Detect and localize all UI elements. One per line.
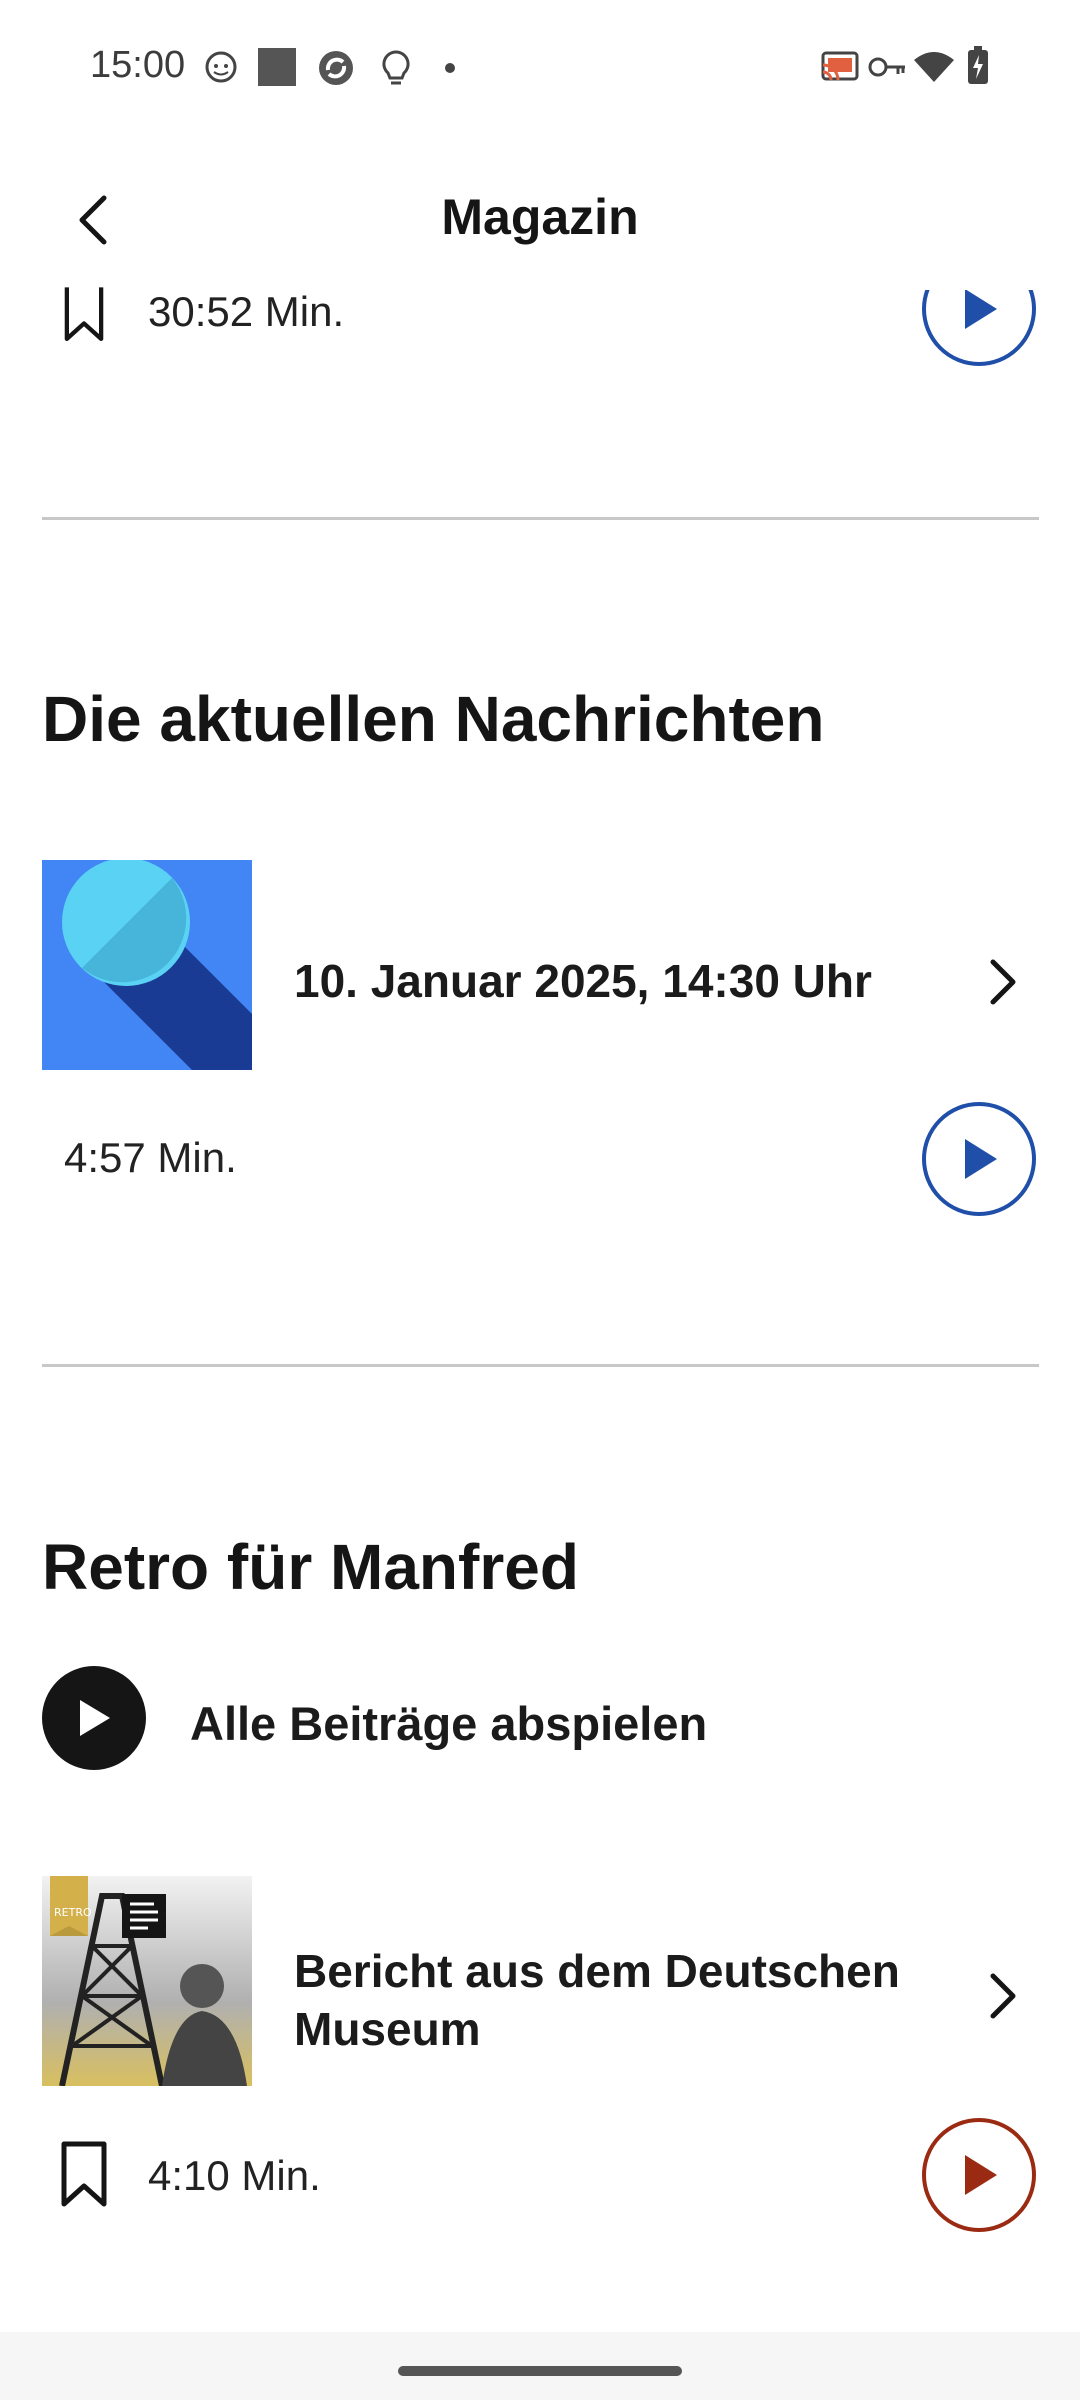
news-item-duration: 4:57 Min. <box>64 1134 237 1181</box>
home-indicator[interactable] <box>398 2366 682 2376</box>
bookmark-outline-icon[interactable] <box>54 284 114 344</box>
key-icon <box>868 57 905 77</box>
page-title: Magazin <box>441 189 639 245</box>
cat-face-icon <box>205 51 237 83</box>
play-icon <box>965 290 997 329</box>
retro-item-duration: 4:10 Min. <box>148 2152 321 2199</box>
status-time: 15:00 <box>90 44 186 86</box>
play-icon <box>80 1700 110 1736</box>
play-all-button[interactable] <box>42 1666 146 1770</box>
top-item-play-button[interactable] <box>922 290 1040 374</box>
divider <box>42 517 1039 520</box>
retro-badge-text: RETRO <box>54 1906 92 1919</box>
wifi-icon <box>914 52 954 82</box>
retro-item-title-line1: Bericht aus dem Deutschen <box>294 1945 900 1997</box>
lightbulb-icon <box>382 50 410 85</box>
play-all-label[interactable]: Alle Beiträge abspielen <box>190 1696 707 1751</box>
bookmark-outline-icon[interactable] <box>54 2140 114 2210</box>
retro-item-title-line2: Museum <box>294 2003 481 2055</box>
news-item-title[interactable]: 10. Januar 2025, 14:30 Uhr <box>294 952 872 1010</box>
news-item-play-button[interactable] <box>922 1102 1036 1216</box>
top-item-duration: 30:52 Min. <box>148 288 345 335</box>
dot-icon <box>445 63 455 73</box>
play-icon <box>965 2155 997 2195</box>
play-icon <box>965 1139 997 1179</box>
section-title-news: Die aktuellen Nachrichten <box>42 683 825 755</box>
retro-thumbnail[interactable]: RETRO <box>42 1876 252 2086</box>
retro-item-open-button[interactable] <box>972 1966 1032 2026</box>
cast-icon <box>821 51 859 81</box>
retro-item-play-button[interactable] <box>922 2118 1036 2232</box>
news-thumbnail[interactable] <box>42 860 252 1070</box>
chevron-right-icon <box>990 1973 1016 2019</box>
section-title-retro: Retro für Manfred <box>42 1531 579 1603</box>
circular-arrows-icon <box>319 51 353 85</box>
battery-charging-icon <box>968 46 988 84</box>
square-icon <box>258 48 296 86</box>
retro-item-title[interactable]: Bericht aus dem Deutschen Museum <box>294 1942 900 2058</box>
chevron-right-icon <box>990 959 1016 1005</box>
news-item-open-button[interactable] <box>972 952 1032 1012</box>
divider <box>42 1364 1039 1367</box>
